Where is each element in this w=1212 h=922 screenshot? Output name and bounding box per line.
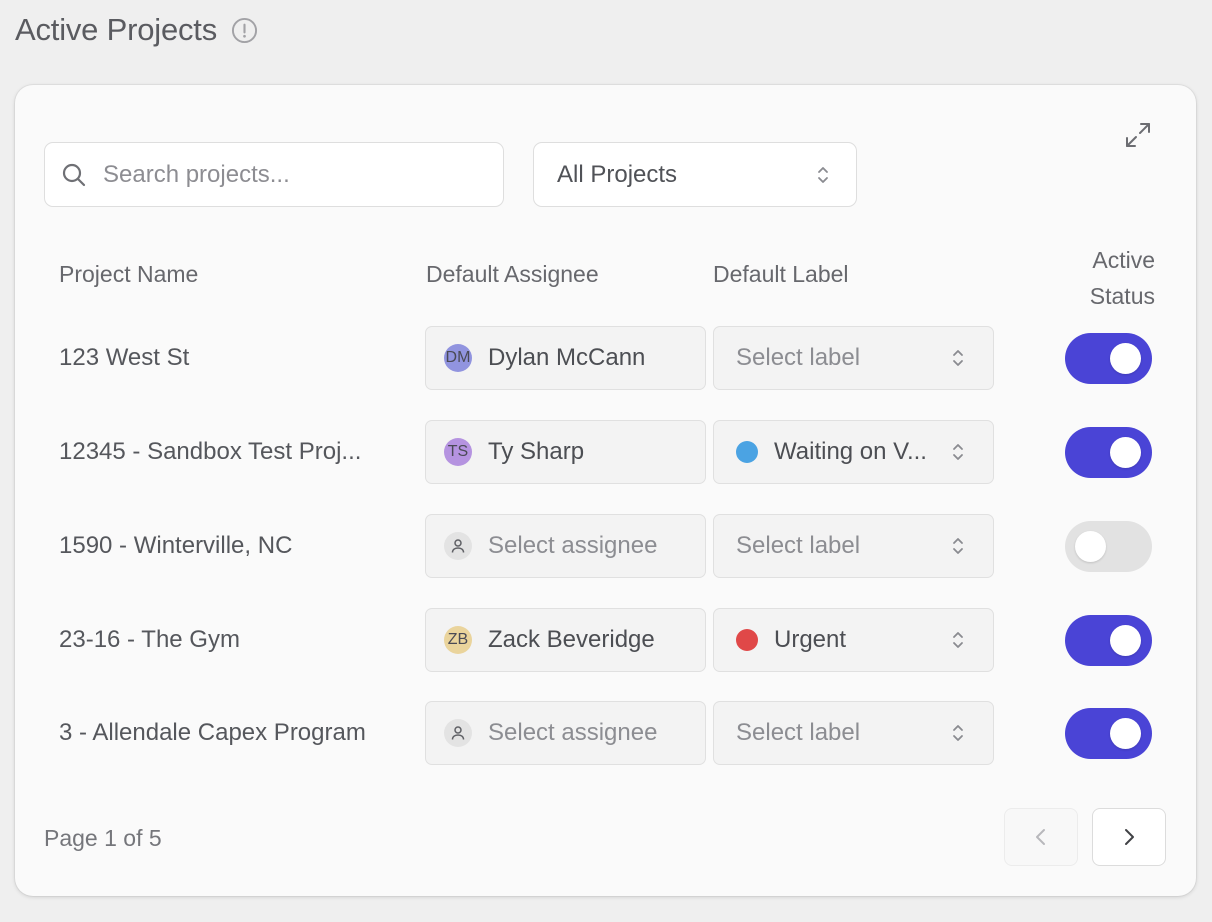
label-text: Select label [736,719,861,746]
search-box[interactable] [44,142,504,207]
label-select[interactable]: Select label [713,514,994,578]
label-color-dot [736,629,758,651]
table-row: 3 - Allendale Capex Program Select assig… [15,700,1196,766]
label-select[interactable]: Select label [713,326,994,390]
assignee-select[interactable]: Select assignee [425,701,706,765]
toggle-knob [1110,437,1141,468]
project-name: 12345 - Sandbox Test Proj... [59,438,362,465]
table-row: 1590 - Winterville, NC Select assignee S… [15,513,1196,579]
user-icon [444,532,472,560]
page-title: Active Projects [15,12,218,47]
chevron-up-down-icon [953,632,963,648]
assignee-name: Zack Beveridge [488,626,655,653]
assignee-name: Select assignee [488,719,658,746]
project-name: 1590 - Winterville, NC [59,532,293,559]
toggle-knob [1110,343,1141,374]
avatar: DM [444,344,472,372]
chevron-right-icon [1125,829,1134,845]
active-status-toggle[interactable] [1065,708,1152,759]
active-status-toggle[interactable] [1065,615,1152,666]
user-icon [444,719,472,747]
pagination-text: Page 1 of 5 [44,825,162,851]
search-input[interactable] [103,160,483,189]
chevron-up-down-icon [953,444,963,460]
info-circle-icon[interactable] [231,17,258,44]
assignee-name: Ty Sharp [488,438,585,465]
table-row: 23-16 - The Gym ZB Zack Beveridge Urgent [15,607,1196,673]
column-header-active-status-line1: Active [1092,247,1155,273]
chevron-up-down-icon [953,350,963,366]
assignee-select[interactable]: Select assignee [425,514,706,578]
chevron-up-down-icon [818,166,828,183]
assignee-select[interactable]: ZB Zack Beveridge [425,608,706,672]
chevron-up-down-icon [953,725,963,741]
project-filter-value: All Projects [557,160,678,188]
previous-page-button[interactable] [1004,808,1078,866]
active-status-toggle[interactable] [1065,521,1152,572]
assignee-name: Dylan McCann [488,344,646,371]
toggle-knob [1110,718,1141,749]
project-name: 123 West St [59,344,190,371]
column-header-active-status-line2: Status [1089,283,1155,309]
active-status-toggle[interactable] [1065,333,1152,384]
expand-icon [1126,123,1150,147]
label-select[interactable]: Waiting on V... [713,420,994,484]
project-name: 3 - Allendale Capex Program [59,719,366,746]
label-text: Select label [736,344,861,371]
avatar: TS [444,438,472,466]
search-icon [62,163,86,186]
assignee-name: Select assignee [488,532,658,559]
column-header-project-name: Project Name [59,261,199,287]
active-status-toggle[interactable] [1065,427,1152,478]
toggle-knob [1110,625,1141,656]
page-header: Active Projects [15,12,258,48]
chevron-left-icon [1036,829,1045,845]
project-name: 23-16 - The Gym [59,626,240,653]
column-header-active-status: Active Status [1055,242,1155,314]
expand-button[interactable] [1123,120,1153,150]
label-text: Waiting on V... [774,438,927,465]
avatar: ZB [444,626,472,654]
project-filter-select[interactable]: All Projects [533,142,857,207]
label-text: Urgent [774,626,847,653]
label-text: Select label [736,532,861,559]
label-select[interactable]: Select label [713,701,994,765]
column-header-default-label: Default Label [713,261,849,287]
toggle-knob [1075,531,1106,562]
assignee-select[interactable]: DM Dylan McCann [425,326,706,390]
table-row: 12345 - Sandbox Test Proj... TS Ty Sharp… [15,419,1196,485]
projects-card: All Projects Project Name Default Assign… [15,85,1196,896]
chevron-up-down-icon [953,538,963,554]
label-select[interactable]: Urgent [713,608,994,672]
assignee-select[interactable]: TS Ty Sharp [425,420,706,484]
table-row: 123 West St DM Dylan McCann Select label [15,325,1196,391]
next-page-button[interactable] [1092,808,1166,866]
label-color-dot [736,441,758,463]
column-header-default-assignee: Default Assignee [426,261,599,287]
